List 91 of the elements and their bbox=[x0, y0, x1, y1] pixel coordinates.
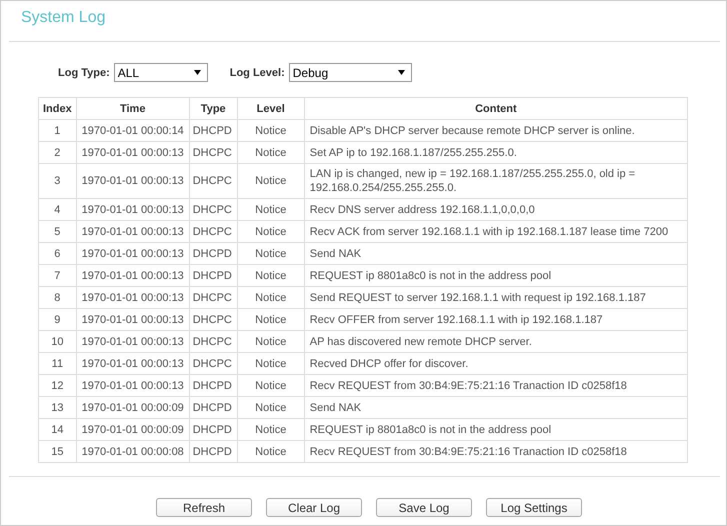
table-cell: 1970-01-01 00:00:13 bbox=[76, 330, 190, 352]
table-cell: 1970-01-01 00:00:13 bbox=[76, 308, 190, 330]
table-cell: Notice bbox=[237, 418, 304, 440]
table-cell: Notice bbox=[237, 330, 304, 352]
table-cell: 10 bbox=[38, 330, 76, 352]
caret-icon bbox=[398, 70, 405, 75]
table-cell: 1970-01-01 00:00:13 bbox=[76, 264, 190, 286]
table-cell: REQUEST ip 8801a8c0 is not in the address pool bbox=[304, 418, 688, 440]
table-cell: 14 bbox=[38, 418, 76, 440]
table-cell: 1970-01-01 00:00:09 bbox=[76, 396, 190, 418]
table-cell: Notice bbox=[237, 164, 304, 198]
table-cell: Notice bbox=[237, 264, 304, 286]
table-cell: Notice bbox=[237, 242, 304, 264]
table-cell: Recv DNS server address 192.168.1.1,0,0,0,0 bbox=[304, 198, 688, 220]
table-cell: 1970-01-01 00:00:13 bbox=[76, 352, 190, 374]
table-cell: Recv ACK from server 192.168.1.1 with ip 192.168.1.187 lease time 7200 bbox=[304, 220, 688, 242]
table-cell: LAN ip is changed, new ip = 192.168.1.187/255.255.255.0, old ip = 192.168.0.254/255.255.255.0. bbox=[304, 164, 688, 198]
table-cell: 1970-01-01 00:00:14 bbox=[76, 120, 190, 142]
button[interactable]: Clear Log bbox=[266, 498, 362, 517]
table-cell: Notice bbox=[237, 198, 304, 220]
table-cell: Notice bbox=[237, 396, 304, 418]
table-cell: Notice bbox=[237, 286, 304, 308]
table-cell: Send NAK bbox=[304, 242, 688, 264]
table-cell: Recv REQUEST from 30:B4:9E:75:21:16 Tranaction ID c0258f18 bbox=[304, 374, 688, 396]
table-cell: DHCPC bbox=[189, 164, 238, 198]
field-label: Log Type: bbox=[58, 66, 110, 78]
table-cell: DHCPD bbox=[189, 374, 238, 396]
table-cell: 12 bbox=[38, 374, 76, 396]
table-cell: 1970-01-01 00:00:09 bbox=[76, 418, 190, 440]
table-cell: DHCPC bbox=[189, 220, 238, 242]
table-cell: DHCPC bbox=[189, 330, 238, 352]
column-header: Type bbox=[189, 98, 238, 120]
caret-icon bbox=[194, 70, 201, 75]
table-cell: 1970-01-01 00:00:13 bbox=[76, 142, 190, 164]
table-cell: Recved DHCP offer for discover. bbox=[304, 352, 688, 374]
table-cell: 3 bbox=[38, 164, 76, 198]
table-cell: Notice bbox=[237, 220, 304, 242]
dropdown[interactable]: Debug bbox=[288, 63, 412, 82]
table-cell: 1970-01-01 00:00:13 bbox=[76, 164, 190, 198]
table-cell: Recv REQUEST from 30:B4:9E:75:21:16 Tranaction ID c0258f18 bbox=[304, 440, 688, 462]
dropdown[interactable]: ALL bbox=[114, 63, 208, 82]
table-cell: Notice bbox=[237, 120, 304, 142]
table-cell: DHCPC bbox=[189, 198, 238, 220]
button[interactable]: Save Log bbox=[376, 498, 472, 517]
column-header: Time bbox=[76, 98, 190, 120]
table-cell: 1970-01-01 00:00:13 bbox=[76, 374, 190, 396]
table-cell: 6 bbox=[38, 242, 76, 264]
table-cell: Recv OFFER from server 192.168.1.1 with ip 192.168.1.187 bbox=[304, 308, 688, 330]
table-cell: 1970-01-01 00:00:13 bbox=[76, 198, 190, 220]
table-cell: Notice bbox=[237, 308, 304, 330]
table-cell: Send REQUEST to server 192.168.1.1 with request ip 192.168.1.187 bbox=[304, 286, 688, 308]
table-cell: DHCPD bbox=[189, 264, 238, 286]
table-cell: 5 bbox=[38, 220, 76, 242]
table-cell: DHCPC bbox=[189, 142, 238, 164]
button[interactable]: Log Settings bbox=[486, 498, 582, 517]
table-cell: Notice bbox=[237, 352, 304, 374]
table-cell: DHCPC bbox=[189, 352, 238, 374]
table-cell: Disable AP's DHCP server because remote DHCP server is online. bbox=[304, 120, 688, 142]
page-title: System Log bbox=[20, 8, 106, 28]
table-cell: Notice bbox=[237, 440, 304, 462]
table-cell: 1970-01-01 00:00:13 bbox=[76, 220, 190, 242]
table-cell: AP has discovered new remote DHCP server. bbox=[304, 330, 688, 352]
column-header: Content bbox=[304, 98, 688, 120]
table-cell: Notice bbox=[237, 142, 304, 164]
table-cell: 2 bbox=[38, 142, 76, 164]
table-cell: DHCPC bbox=[189, 286, 238, 308]
table-cell: DHCPD bbox=[189, 242, 238, 264]
table-cell: 8 bbox=[38, 286, 76, 308]
table-cell: DHCPD bbox=[189, 396, 238, 418]
table-cell: 1 bbox=[38, 120, 76, 142]
table-cell: DHCPC bbox=[189, 308, 238, 330]
field-label: Log Level: bbox=[230, 66, 285, 78]
table-cell: 13 bbox=[38, 396, 76, 418]
table-cell: DHCPD bbox=[189, 418, 238, 440]
table-cell: 15 bbox=[38, 440, 76, 462]
table-cell: 11 bbox=[38, 352, 76, 374]
table-cell: REQUEST ip 8801a8c0 is not in the address pool bbox=[304, 264, 688, 286]
table-cell: 4 bbox=[38, 198, 76, 220]
button[interactable]: Refresh bbox=[156, 498, 252, 517]
table-cell: 9 bbox=[38, 308, 76, 330]
column-header: Level bbox=[237, 98, 304, 120]
table-cell: Set AP ip to 192.168.1.187/255.255.255.0. bbox=[304, 142, 688, 164]
table-cell: DHCPD bbox=[189, 120, 238, 142]
table-cell: 7 bbox=[38, 264, 76, 286]
table-cell: 1970-01-01 00:00:13 bbox=[76, 242, 190, 264]
table-cell: 1970-01-01 00:00:08 bbox=[76, 440, 190, 462]
table-cell: Send NAK bbox=[304, 396, 688, 418]
table-cell: 1970-01-01 00:00:13 bbox=[76, 286, 190, 308]
table-cell: Notice bbox=[237, 374, 304, 396]
column-header: Index bbox=[38, 98, 76, 120]
table-cell: DHCPD bbox=[189, 440, 238, 462]
